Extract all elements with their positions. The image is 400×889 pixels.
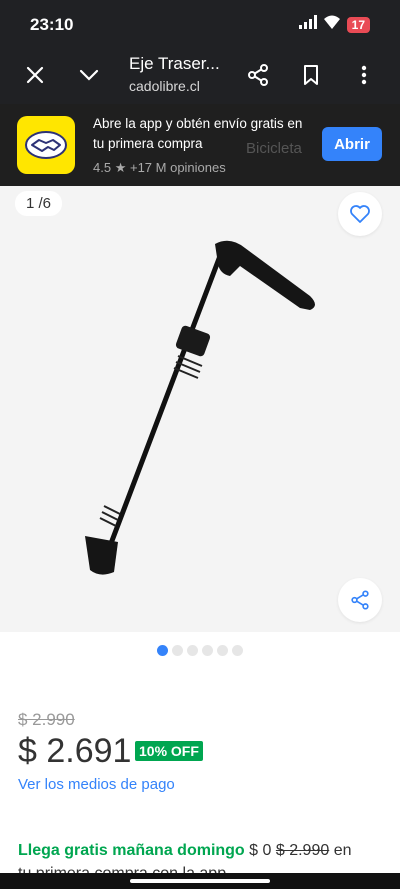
star-icon: ★ (114, 160, 127, 175)
shipping-cost: $ 0 (249, 842, 272, 859)
close-icon (26, 66, 44, 84)
shipping-highlight: Llega gratis mañana domingo (18, 842, 245, 859)
share-icon (351, 590, 369, 610)
collapse-button[interactable] (74, 60, 104, 90)
handshake-icon (25, 131, 67, 159)
pagination-dot[interactable] (217, 645, 228, 656)
browser-toolbar: Eje Traser... cadolibre.cl (0, 46, 400, 104)
app-install-banner: Bicicleta Abre la app y obtén envío grat… (0, 104, 400, 186)
shipping-info: Llega gratis mañana domingo $ 0 $ 2.990 … (18, 842, 352, 860)
pagination-dot[interactable] (202, 645, 213, 656)
page-title: Eje Traser... (129, 54, 220, 73)
current-price: $ 2.691 (18, 732, 132, 770)
more-vertical-icon (361, 65, 367, 85)
bookmark-icon (304, 65, 318, 85)
shipping-old-cost: $ 2.990 (275, 842, 330, 859)
gesture-bar (0, 873, 400, 889)
payment-methods-link[interactable]: Ver los medios de pago (18, 776, 175, 793)
status-icons: 17 (298, 15, 370, 34)
bookmark-button[interactable] (296, 60, 326, 90)
pagination-dot-active[interactable] (157, 645, 168, 656)
status-time: 23:10 (30, 15, 74, 34)
share-product-button[interactable] (338, 578, 382, 622)
product-gallery[interactable]: 1 /6 (0, 186, 400, 632)
pagination-dot[interactable] (232, 645, 243, 656)
more-options-button[interactable] (349, 60, 379, 90)
home-indicator[interactable] (130, 879, 270, 883)
page-title-block: Eje Traser... cadolibre.cl (129, 54, 239, 94)
mercadolibre-logo (17, 116, 75, 174)
heart-icon (350, 205, 370, 223)
product-image (85, 240, 315, 575)
share-icon (248, 64, 268, 86)
battery-badge: 17 (346, 16, 370, 33)
pagination-dot[interactable] (187, 645, 198, 656)
banner-promo-text: Abre la app y obtén envío gratis en tu p… (93, 116, 303, 151)
chevron-down-icon (79, 69, 99, 81)
share-page-button[interactable] (243, 60, 273, 90)
status-bar: 23:10 17 (0, 0, 400, 46)
original-price: $ 2.990 (18, 710, 75, 729)
gallery-pagination (0, 645, 400, 656)
signal-icon (298, 15, 317, 34)
page-url: cadolibre.cl (129, 78, 200, 94)
app-rating: 4.5 ★ +17 M opiniones (93, 160, 226, 176)
open-app-button[interactable]: Abrir (322, 127, 382, 161)
favorite-button[interactable] (338, 192, 382, 236)
image-counter: 1 /6 (15, 191, 63, 216)
rating-value: 4.5 (93, 160, 112, 175)
shipping-suffix: en (333, 842, 352, 859)
close-button[interactable] (20, 60, 50, 90)
wifi-icon (323, 15, 341, 34)
review-count: +17 M opiniones (129, 160, 226, 175)
pagination-dot[interactable] (172, 645, 183, 656)
discount-badge: 10% OFF (135, 741, 203, 761)
